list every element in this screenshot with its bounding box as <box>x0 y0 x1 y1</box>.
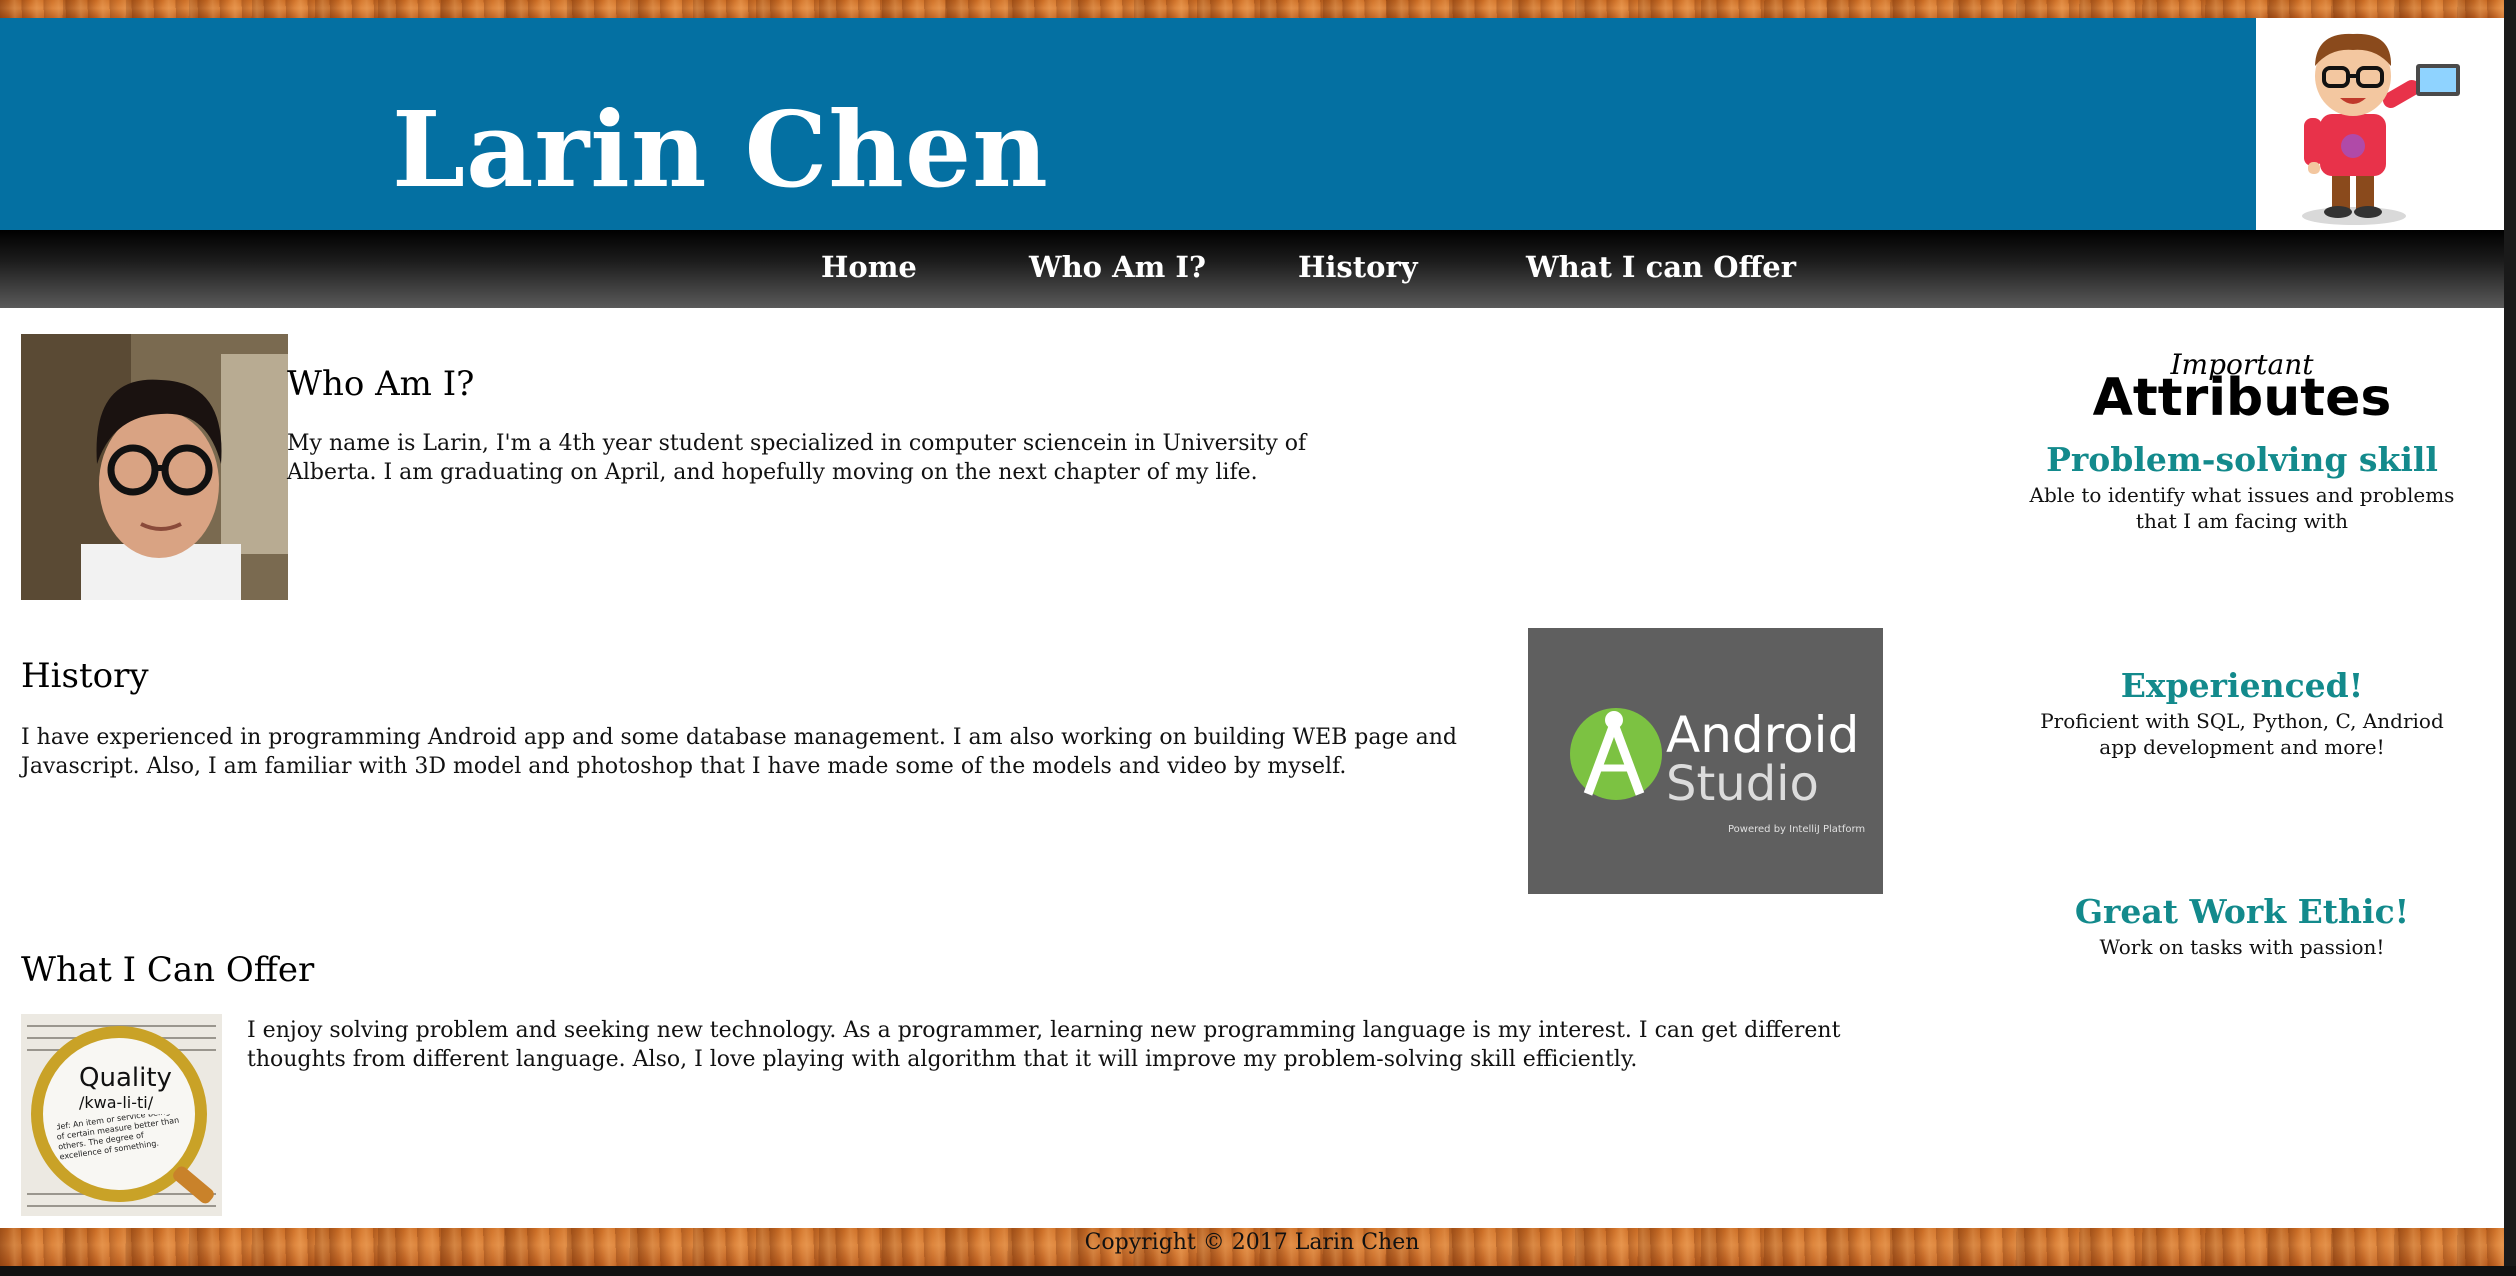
top-wood-border <box>0 0 2516 18</box>
offer-text: I enjoy solving problem and seeking new … <box>247 1018 1841 1072</box>
nav-who-am-i[interactable]: Who Am I? <box>1029 250 1206 284</box>
attribute-title: Great Work Ethic! <box>2074 892 2410 931</box>
who-am-i-heading: Who Am I? <box>287 364 475 404</box>
quality-phonetic: /kwa-li-ti/ <box>79 1093 154 1112</box>
bottom-edge <box>0 1266 2516 1276</box>
nav-what-i-can-offer[interactable]: What I can Offer <box>1526 250 1796 284</box>
attributes-heading: Attributes <box>2092 368 2392 428</box>
nav-bar: Home Who Am I? History What I can Offer <box>0 230 2504 308</box>
attribute-desc: Work on tasks with passion! <box>2099 935 2385 959</box>
who-am-i-text: My name is Larin, I'm a 4th year student… <box>287 431 1307 485</box>
history-text: I have experienced in programming Androi… <box>21 725 1457 779</box>
cartoon-avatar-icon <box>2256 18 2504 230</box>
profile-photo <box>21 334 288 600</box>
android-studio-caption: Powered by IntelliJ Platform <box>1728 824 1865 835</box>
nav-history[interactable]: History <box>1298 250 1418 284</box>
attribute-title: Experienced! <box>2120 666 2364 705</box>
attribute-desc: Able to identify what issues and problem… <box>2029 483 2455 533</box>
avatar <box>2256 18 2504 230</box>
history-heading: History <box>21 656 149 696</box>
quality-image: Quality /kwa-li-ti/ def: An item or serv… <box>21 1014 222 1216</box>
attribute-title: Problem-solving skill <box>2046 440 2438 479</box>
quality-definition: def: An item or service being of certain… <box>57 1114 180 1162</box>
site-header: Larin Chen <box>0 18 2256 230</box>
android-studio-line2: Studio <box>1666 756 1819 812</box>
quality-word: Quality <box>79 1063 172 1093</box>
attribute-desc: Proficient with SQL, Python, C, Andriod … <box>2040 709 2444 759</box>
android-studio-image: Android Studio Powered by IntelliJ Platf… <box>1528 628 1883 894</box>
footer-copyright: Copyright © 2017 Larin Chen <box>1084 1230 1420 1255</box>
site-title: Larin Chen <box>392 88 1049 211</box>
right-edge <box>2504 0 2516 1276</box>
offer-heading: What I Can Offer <box>21 950 315 990</box>
nav-home[interactable]: Home <box>821 250 917 284</box>
